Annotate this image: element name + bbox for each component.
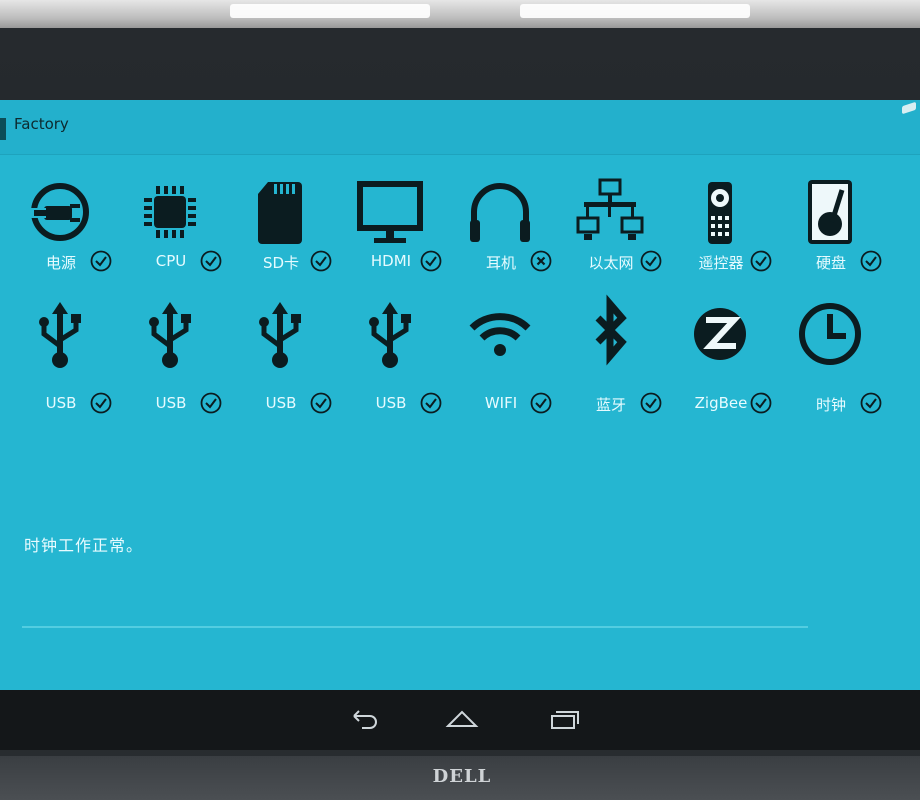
overflow-menu-icon[interactable] (902, 101, 916, 115)
check-icon (310, 392, 332, 414)
check-icon (200, 250, 222, 272)
usb-icon (130, 294, 210, 374)
usb-icon (20, 294, 100, 374)
bluetooth-icon (570, 294, 650, 374)
usb-icon (240, 294, 320, 374)
check-icon (90, 250, 112, 272)
power-plug-icon (20, 172, 100, 252)
test-item-monitor[interactable]: HDMI (350, 172, 460, 282)
ceiling-light (230, 4, 430, 18)
check-icon (750, 392, 772, 414)
test-item-zigbee[interactable]: ZigBee (680, 294, 790, 414)
check-icon (90, 392, 112, 414)
home-icon (445, 710, 479, 727)
test-item-usb[interactable]: USB (350, 294, 460, 414)
zigbee-icon (680, 294, 760, 374)
navigation-bar (0, 690, 920, 750)
test-item-power-plug[interactable]: 电源 (20, 172, 130, 282)
test-item-bluetooth[interactable]: 蓝牙 (570, 294, 680, 414)
test-item-wifi[interactable]: WIFI (460, 294, 570, 414)
hard-disk-icon (790, 172, 870, 252)
check-icon (420, 392, 442, 414)
recents-button[interactable] (540, 702, 588, 736)
remote-control-icon (680, 172, 760, 252)
test-item-usb[interactable]: USB (240, 294, 350, 414)
sd-card-icon (240, 172, 320, 252)
test-item-usb[interactable]: USB (130, 294, 240, 414)
check-icon (310, 250, 332, 272)
test-item-cpu-chip[interactable]: CPU (130, 172, 240, 282)
check-icon (200, 392, 222, 414)
test-item-sd-card[interactable]: SD卡 (240, 172, 350, 282)
monitor-icon (350, 172, 430, 252)
check-icon (640, 392, 662, 414)
check-icon (750, 250, 772, 272)
app-screen: Factory 电源 CPU SD卡 HDMI 耳机 以太网 遥控器 硬盘 US… (0, 100, 920, 700)
app-title: Factory (14, 115, 69, 133)
test-item-headphones[interactable]: 耳机 (460, 172, 570, 282)
wifi-icon (460, 294, 540, 374)
app-icon (0, 118, 6, 140)
check-icon (420, 250, 442, 272)
check-icon (640, 250, 662, 272)
status-message: 时钟工作正常。 (24, 536, 144, 555)
divider (22, 626, 808, 628)
usb-icon (350, 294, 430, 374)
fail-x-icon (530, 250, 552, 272)
test-item-remote-control[interactable]: 遥控器 (680, 172, 790, 282)
headphones-icon (460, 172, 540, 252)
action-bar: Factory (0, 100, 920, 155)
ceiling-light (520, 4, 750, 18)
home-button[interactable] (438, 702, 486, 736)
back-icon (353, 710, 377, 729)
back-button[interactable] (340, 702, 388, 736)
test-item-clock[interactable]: 时钟 (790, 294, 900, 414)
test-item-ethernet-network[interactable]: 以太网 (570, 172, 680, 282)
cpu-chip-icon (130, 172, 210, 252)
check-icon (530, 392, 552, 414)
test-item-usb[interactable]: USB (20, 294, 130, 414)
ethernet-network-icon (570, 172, 650, 252)
test-item-hard-disk[interactable]: 硬盘 (790, 172, 900, 282)
check-icon (860, 250, 882, 272)
recents-icon (551, 711, 579, 729)
check-icon (860, 392, 882, 414)
monitor-brand-logo: DELL (432, 766, 492, 787)
clock-icon (790, 294, 870, 374)
